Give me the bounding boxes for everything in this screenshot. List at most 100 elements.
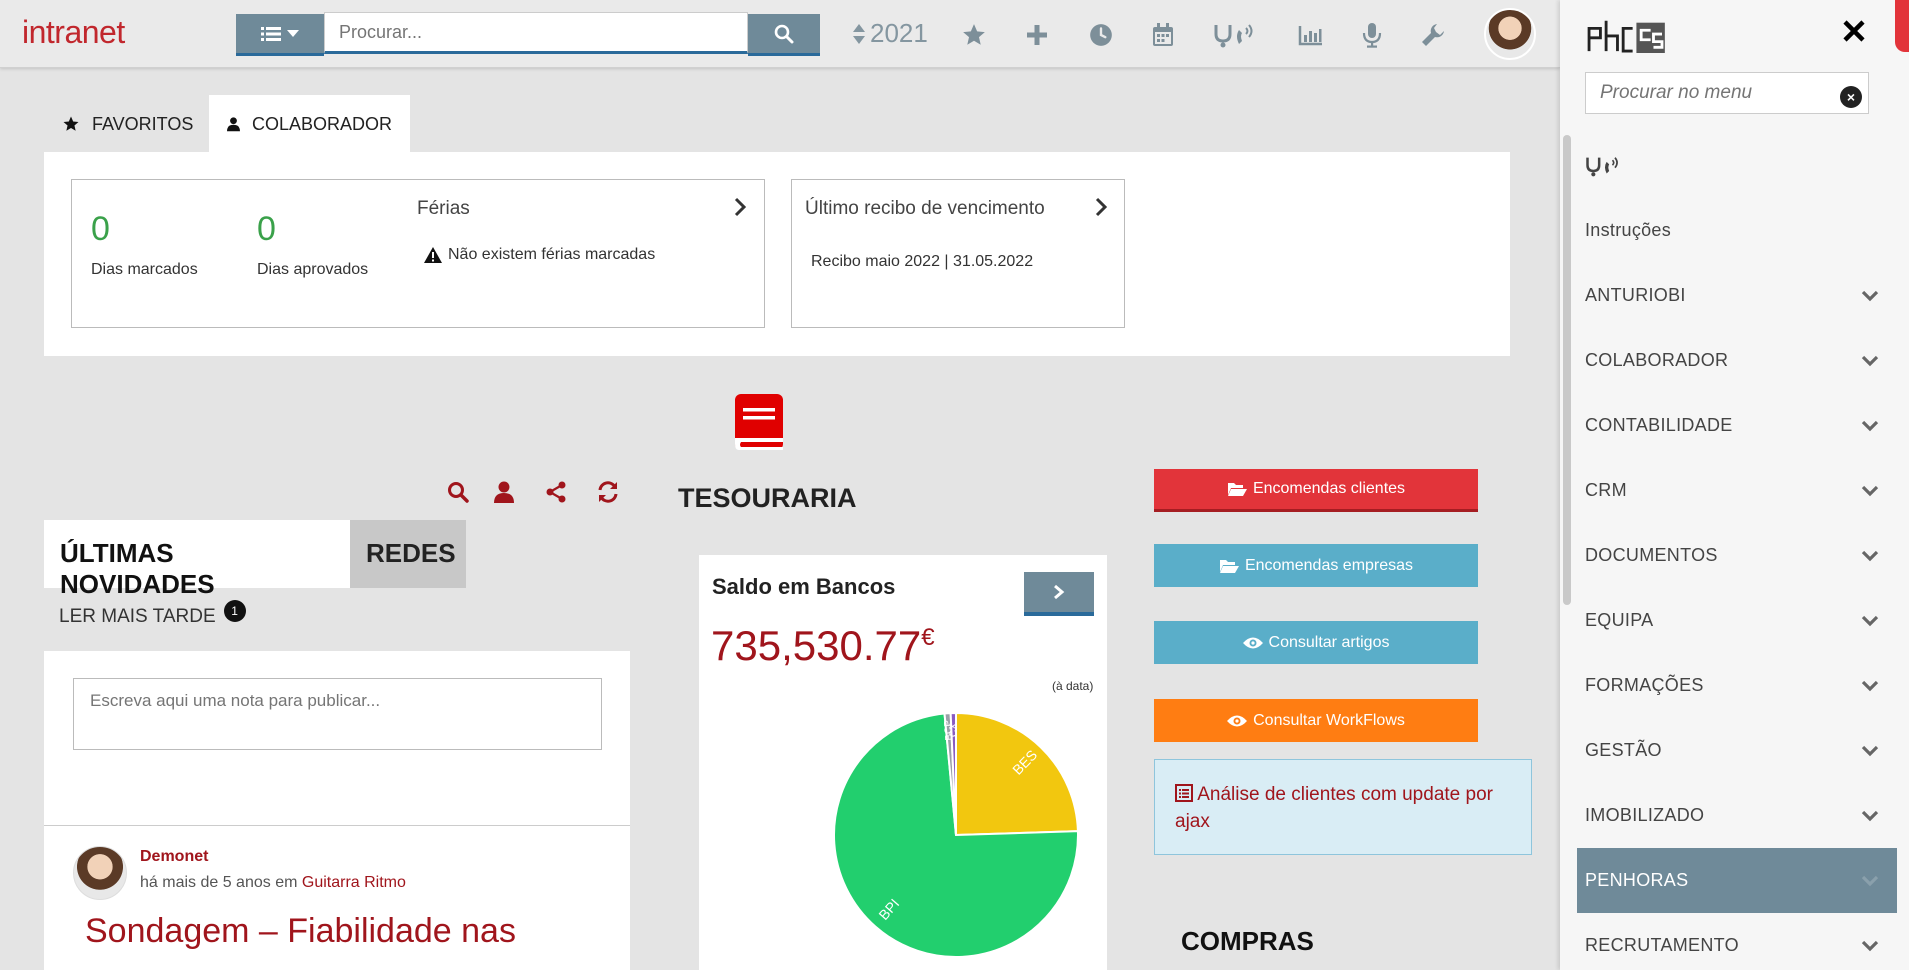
sidebar-item-label: COLABORADOR	[1585, 350, 1729, 370]
post-title[interactable]: Sondagem – Fiabilidade nas	[85, 912, 516, 951]
star-icon	[63, 116, 79, 131]
menu-search-input[interactable]	[1585, 72, 1869, 114]
eye-icon	[1227, 715, 1248, 726]
search-icon	[774, 24, 794, 43]
user-icon	[227, 117, 240, 132]
sidebar-item-instru-es[interactable]: Instruções	[1577, 198, 1897, 263]
saldo-amount: 735,530.77	[711, 622, 922, 669]
ler-mais-label: LER MAIS TARDE	[59, 606, 216, 627]
history-button[interactable]	[1084, 18, 1118, 52]
ler-mais-tarde-link[interactable]: LER MAIS TARDE 1	[59, 600, 246, 628]
user-icon[interactable]	[492, 480, 516, 504]
sidebar-item-imobilizado[interactable]: IMOBILIZADO	[1577, 783, 1897, 848]
list-alt-icon	[1175, 784, 1193, 802]
post-author-avatar[interactable]	[73, 846, 127, 900]
ferias-warning: Não existem férias marcadas	[424, 246, 655, 264]
sidebar-item-contabilidade[interactable]: CONTABILIDADE	[1577, 393, 1897, 458]
close-icon	[1843, 20, 1865, 42]
encomendas-empresas-button[interactable]: Encomendas empresas	[1154, 544, 1478, 587]
sidebar-item-crm[interactable]: CRM	[1577, 458, 1897, 523]
favorites-button[interactable]	[957, 18, 991, 52]
sidebar-item-forma-es[interactable]: FORMAÇÕES	[1577, 653, 1897, 718]
pie-label-cx: CX	[948, 723, 959, 737]
currency-symbol: €	[921, 624, 935, 651]
post-author[interactable]: Demonet	[140, 848, 208, 866]
post-group-link[interactable]: Guitarra Ritmo	[302, 874, 406, 891]
chevron-right-icon[interactable]	[1094, 197, 1108, 217]
sort-icon	[853, 23, 865, 44]
sidebar-item-recrutamento[interactable]: RECRUTAMENTO	[1577, 913, 1897, 970]
analise-clientes-link[interactable]: Análise de clientes com update por ajax	[1154, 759, 1532, 855]
saldo-detail-button[interactable]	[1024, 572, 1094, 616]
sidebar-item-label: RECRUTAMENTO	[1585, 935, 1739, 955]
tab-redes[interactable]: REDES	[350, 520, 466, 588]
chevron-down-icon	[1861, 485, 1879, 496]
ler-mais-count-badge: 1	[223, 600, 246, 622]
analise-clientes-label: Análise de clientes com update por ajax	[1175, 784, 1493, 832]
post-meta: há mais de 5 anos em Guitarra Ritmo	[140, 874, 406, 892]
app-logo[interactable]: intranet	[22, 14, 125, 51]
stethoscope-icon[interactable]	[1585, 154, 1625, 178]
clock-icon	[1090, 24, 1112, 46]
side-menu-scrollbar[interactable]	[1563, 135, 1571, 605]
sidebar-item-documentos[interactable]: DOCUMENTOS	[1577, 523, 1897, 588]
microphone-icon	[1362, 23, 1382, 48]
chevron-down-icon	[1861, 745, 1879, 756]
settings-button[interactable]	[1416, 18, 1450, 52]
chevron-down-icon	[1861, 680, 1879, 691]
main-menu-button[interactable]	[236, 14, 324, 56]
saldo-note: (à data)	[1052, 679, 1094, 693]
search-button[interactable]	[748, 14, 820, 56]
recibo-text[interactable]: Recibo maio 2022 | 31.05.2022	[811, 253, 1033, 271]
consultar-workflows-button[interactable]: Consultar WorkFlows	[1154, 699, 1478, 742]
sidebar-item-colaborador[interactable]: COLABORADOR	[1577, 328, 1897, 393]
dias-marcados-value: 0	[91, 210, 110, 248]
chart-icon	[1298, 26, 1322, 46]
close-menu-button[interactable]	[1843, 16, 1865, 50]
notification-tab[interactable]	[1895, 0, 1909, 52]
chevron-down-icon	[1861, 355, 1879, 366]
dias-aprovados-value: 0	[257, 210, 276, 248]
tab-favoritos[interactable]: FAVORITOS	[44, 95, 211, 153]
sidebar-item-penhoras[interactable]: PENHORAS	[1577, 848, 1897, 913]
refresh-icon[interactable]	[596, 480, 620, 504]
year-selector[interactable]: 2021	[852, 18, 928, 49]
ferias-title: Férias	[417, 198, 470, 219]
sidebar-item-equipa[interactable]: EQUIPA	[1577, 588, 1897, 653]
encomendas-empresas-label: Encomendas empresas	[1244, 556, 1414, 574]
calendar-button[interactable]	[1146, 18, 1180, 52]
consultar-artigos-label: Consultar artigos	[1268, 633, 1390, 651]
consultar-artigos-button[interactable]: Consultar artigos	[1154, 621, 1478, 664]
year-value: 2021	[870, 18, 928, 48]
tab-ultimas-novidades[interactable]: ÚLTIMAS NOVIDADES	[44, 520, 350, 599]
tab-colaborador-label: COLABORADOR	[251, 113, 392, 134]
ferias-warning-text: Não existem férias marcadas	[448, 246, 656, 263]
reports-button[interactable]	[1294, 18, 1328, 52]
saldo-value: 735,530.77€	[711, 622, 935, 670]
calendar-icon	[1153, 23, 1173, 46]
sidebar-item-gest-o[interactable]: GESTÃO	[1577, 718, 1897, 783]
clear-search-icon[interactable]: ×	[1840, 86, 1862, 108]
encomendas-clientes-button[interactable]: Encomendas clientes	[1154, 469, 1478, 512]
voice-button[interactable]	[1355, 18, 1389, 52]
chevron-right-icon[interactable]	[733, 197, 747, 217]
sidebar-item-label: ANTURIOBI	[1585, 285, 1686, 305]
search-input[interactable]	[324, 12, 748, 54]
tab-colaborador[interactable]: COLABORADOR	[209, 95, 410, 153]
consultar-workflows-label: Consultar WorkFlows	[1253, 711, 1405, 729]
warning-icon	[424, 247, 442, 263]
stethoscope-icon	[1214, 24, 1253, 48]
user-avatar[interactable]	[1484, 8, 1536, 60]
saldo-title: Saldo em Bancos	[712, 574, 896, 599]
add-button[interactable]	[1020, 18, 1054, 52]
sidebar-item-label: CRM	[1585, 480, 1627, 500]
support-button[interactable]	[1212, 18, 1262, 52]
list-icon	[261, 26, 281, 41]
plus-icon	[1027, 25, 1047, 45]
note-input[interactable]	[73, 678, 602, 750]
search-icon[interactable]	[446, 480, 470, 504]
share-icon[interactable]	[544, 480, 568, 504]
eye-icon	[1242, 637, 1263, 648]
sidebar-item-anturiobi[interactable]: ANTURIOBI	[1577, 263, 1897, 328]
book-icon	[735, 394, 783, 450]
